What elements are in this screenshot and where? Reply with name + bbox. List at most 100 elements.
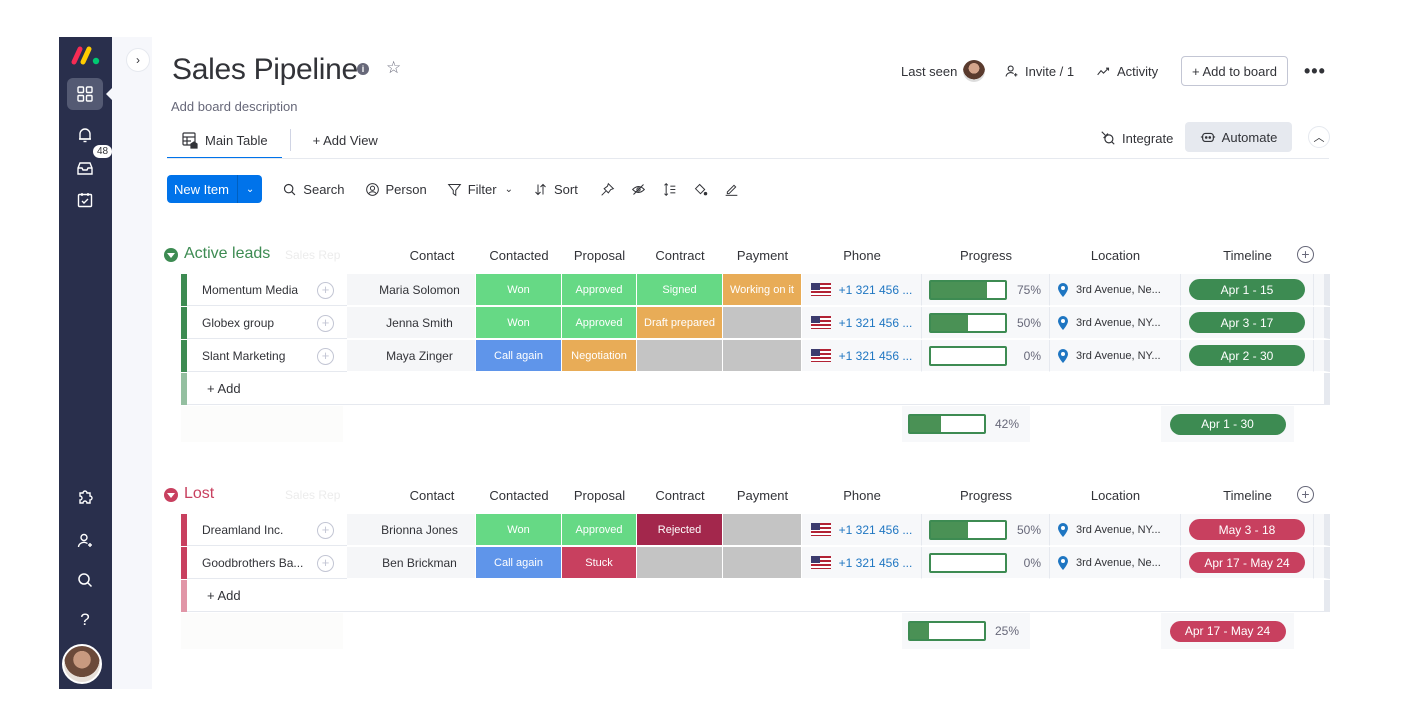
item-name[interactable]: Momentum Media + (187, 274, 347, 306)
hide-icon[interactable] (631, 182, 646, 197)
item-name[interactable]: Slant Marketing + (187, 340, 347, 372)
group-title[interactable]: Lost (184, 485, 214, 503)
column-header-contacted[interactable]: Contacted (476, 248, 562, 263)
edit-icon[interactable] (724, 182, 739, 197)
table-row[interactable]: Momentum Media + Maria Solomon Won Approved S… (181, 274, 1330, 307)
add-item-row[interactable]: + Add (181, 580, 1330, 613)
proposal-status[interactable]: Stuck (562, 547, 637, 579)
add-to-board-button[interactable]: + Add to board (1181, 56, 1288, 86)
group-title[interactable]: Active leads (184, 245, 270, 263)
add-item-row[interactable]: + Add (181, 373, 1330, 406)
inbox-icon[interactable]: 48 (67, 144, 114, 184)
proposal-status[interactable]: Negotiation (562, 340, 637, 372)
phone-cell[interactable]: +1 321 456 ... (802, 340, 922, 372)
invite-user-icon[interactable] (67, 525, 103, 557)
location-cell[interactable]: 3rd Avenue, Ne... (1050, 274, 1181, 306)
add-update-icon[interactable]: + (317, 315, 334, 332)
search-button[interactable]: Search (282, 182, 345, 197)
sort-button[interactable]: Sort (533, 182, 578, 197)
search-icon[interactable] (67, 564, 103, 596)
proposal-status[interactable]: Approved (562, 514, 637, 546)
proposal-status[interactable]: Approved (562, 274, 637, 306)
column-header-proposal[interactable]: Proposal (562, 488, 637, 503)
last-seen[interactable]: Last seen (901, 56, 986, 86)
timeline-cell[interactable]: Apr 17 - May 24 (1181, 547, 1314, 579)
contacted-status[interactable]: Won (476, 307, 562, 339)
monday-logo[interactable] (68, 43, 104, 67)
contacted-status[interactable]: Call again (476, 340, 562, 372)
timeline-pill[interactable]: May 3 - 18 (1189, 519, 1305, 540)
apps-icon[interactable] (67, 481, 103, 513)
phone-cell[interactable]: +1 321 456 ... (802, 307, 922, 339)
location-cell[interactable]: 3rd Avenue, NY... (1050, 514, 1181, 546)
contacted-status[interactable]: Call again (476, 547, 562, 579)
column-header-contract[interactable]: Contract (637, 248, 723, 263)
column-header-timeline[interactable]: Timeline (1181, 488, 1314, 503)
timeline-cell[interactable]: May 3 - 18 (1181, 514, 1314, 546)
person-filter-button[interactable]: Person (365, 182, 427, 197)
table-row[interactable]: Globex group + Jenna Smith Won Approved Draft… (181, 307, 1330, 340)
activity-button[interactable]: Activity (1096, 56, 1158, 86)
timeline-cell[interactable]: Apr 2 - 30 (1181, 340, 1314, 372)
info-icon[interactable]: i (357, 63, 369, 75)
payment-status[interactable] (723, 547, 802, 579)
column-header-progress[interactable]: Progress (922, 248, 1050, 263)
timeline-pill[interactable]: Apr 17 - May 24 (1189, 552, 1305, 573)
table-row[interactable]: Goodbrothers Ba... + Ben Brickman Call agai… (181, 547, 1330, 580)
payment-status[interactable]: Working on it (723, 274, 802, 306)
contract-status[interactable]: Signed (637, 274, 723, 306)
add-column-button[interactable]: + (1297, 486, 1314, 503)
filter-button[interactable]: Filter ⌄ (447, 182, 513, 197)
invite-button[interactable]: Invite / 1 (1004, 56, 1074, 86)
add-update-icon[interactable]: + (317, 282, 334, 299)
timeline-pill[interactable]: Apr 3 - 17 (1189, 312, 1305, 333)
sales-rep-cell[interactable] (347, 514, 364, 546)
contacted-status[interactable]: Won (476, 514, 562, 546)
expand-panel-button[interactable]: › (126, 48, 150, 72)
phone-cell[interactable]: +1 321 456 ... (802, 547, 922, 579)
phone-number[interactable]: +1 321 456 ... (839, 523, 913, 537)
add-column-button[interactable]: + (1297, 246, 1314, 263)
item-name[interactable]: Dreamland Inc. + (187, 514, 347, 546)
color-fill-icon[interactable] (693, 182, 708, 197)
location-cell[interactable]: 3rd Avenue, Ne... (1050, 547, 1181, 579)
my-work-icon[interactable] (67, 184, 103, 216)
add-update-icon[interactable]: + (317, 555, 334, 572)
column-header-location[interactable]: Location (1050, 488, 1181, 503)
automate-button[interactable]: Automate (1185, 122, 1292, 152)
timeline-pill[interactable]: Apr 2 - 30 (1189, 345, 1305, 366)
contract-status[interactable]: Rejected (637, 514, 723, 546)
contacted-status[interactable]: Won (476, 274, 562, 306)
help-icon[interactable]: ? (67, 604, 103, 636)
column-header-contact[interactable]: Contact (376, 488, 488, 503)
sales-rep-cell[interactable] (347, 307, 364, 339)
proposal-status[interactable]: Approved (562, 307, 637, 339)
phone-cell[interactable]: +1 321 456 ... (802, 514, 922, 546)
table-row[interactable]: Slant Marketing + Maya Zinger Call again Neg… (181, 340, 1330, 373)
add-item-button[interactable]: + Add (187, 373, 1324, 405)
item-name[interactable]: Globex group + (187, 307, 347, 339)
row-height-icon[interactable] (662, 182, 677, 197)
workspace-grid-icon[interactable] (67, 78, 103, 110)
column-header-location[interactable]: Location (1050, 248, 1181, 263)
phone-cell[interactable]: +1 321 456 ... (802, 274, 922, 306)
group-collapse-toggle[interactable] (164, 488, 178, 502)
add-item-button[interactable]: + Add (187, 580, 1324, 612)
board-title[interactable]: Sales Pipeline (172, 53, 358, 87)
more-options-icon[interactable]: ••• (1304, 56, 1326, 86)
contact-cell[interactable]: Brionna Jones (364, 514, 476, 546)
group-collapse-toggle[interactable] (164, 248, 178, 262)
board-description[interactable]: Add board description (171, 99, 297, 114)
contact-cell[interactable]: Jenna Smith (364, 307, 476, 339)
chevron-down-icon[interactable]: ⌄ (236, 175, 262, 203)
column-header-payment[interactable]: Payment (723, 488, 802, 503)
contract-status[interactable]: Draft prepared (637, 307, 723, 339)
pin-icon[interactable] (600, 182, 615, 197)
chevron-down-icon[interactable]: ⌄ (505, 184, 513, 195)
column-header-progress[interactable]: Progress (922, 488, 1050, 503)
phone-number[interactable]: +1 321 456 ... (839, 556, 913, 570)
contract-status[interactable] (637, 547, 723, 579)
collapse-header-button[interactable]: ︿ (1308, 126, 1330, 148)
sales-rep-cell[interactable] (347, 340, 364, 372)
phone-number[interactable]: +1 321 456 ... (839, 283, 913, 297)
